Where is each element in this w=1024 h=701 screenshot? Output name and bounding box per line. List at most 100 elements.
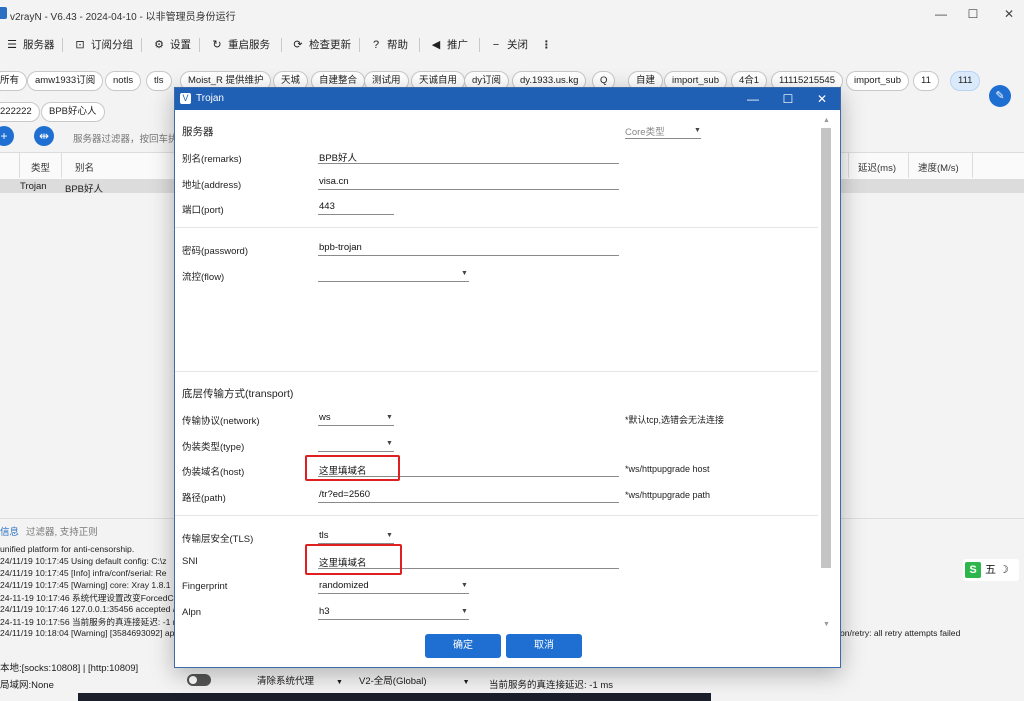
- alpn-select[interactable]: h3: [319, 606, 330, 617]
- field-underline: [318, 255, 619, 256]
- scroll-down-icon[interactable]: ▼: [823, 621, 830, 628]
- move-icon[interactable]: ⇹: [34, 126, 54, 146]
- fingerprint-select[interactable]: randomized: [319, 580, 369, 591]
- dialog-title: Trojan: [196, 93, 224, 104]
- trojan-dialog: [174, 87, 841, 668]
- highlight-box: [305, 544, 402, 575]
- servers-menu[interactable]: ☰ 服务器: [5, 36, 54, 54]
- latency-status: 当前服务的真连接延迟: -1 ms: [489, 680, 614, 691]
- sub-chip[interactable]: tls: [146, 71, 172, 91]
- port-field[interactable]: 443: [319, 201, 335, 212]
- flow-label: 流控(flow): [182, 272, 225, 283]
- speaker-icon: ◀: [431, 39, 441, 51]
- address-field[interactable]: visa.cn: [319, 176, 349, 187]
- more-options-button[interactable]: ⋮: [541, 36, 552, 54]
- log-tab[interactable]: 信息: [0, 524, 19, 538]
- routing-select[interactable]: V2-全局(Global) ▼: [359, 673, 470, 687]
- sub-chip[interactable]: amw1933订阅: [27, 71, 104, 91]
- core-type-select[interactable]: Core类型: [625, 124, 665, 138]
- sub-chip[interactable]: 11: [913, 71, 939, 91]
- cancel-button[interactable]: 取消: [506, 634, 582, 658]
- subscription-group-menu[interactable]: ⊡ 订阅分组: [73, 36, 133, 54]
- network-note: *默认tcp,选错会无法连接: [625, 415, 725, 425]
- chevron-down-icon: ▼: [386, 414, 393, 421]
- path-field[interactable]: /tr?ed=2560: [319, 489, 370, 500]
- refresh-icon: ↻: [212, 39, 222, 51]
- row-name: BPB好人: [65, 184, 104, 195]
- chevron-down-icon: ▼: [461, 270, 468, 277]
- column-speed[interactable]: 速度(M/s): [918, 160, 959, 174]
- remarks-field[interactable]: BPB好人: [319, 150, 357, 164]
- toolbar-divider: [479, 38, 480, 52]
- help-menu[interactable]: ? 帮助: [369, 36, 408, 54]
- core-type-underline: [625, 138, 701, 139]
- dialog-minimize-button[interactable]: —: [740, 90, 766, 108]
- dialog-maximize-button[interactable]: ☐: [775, 90, 801, 108]
- toolbar-divider: [419, 38, 420, 52]
- tls-select[interactable]: tls: [319, 530, 329, 541]
- field-underline: [318, 502, 619, 503]
- promotion-button[interactable]: ◀ 推广: [429, 36, 468, 54]
- help-icon: ?: [372, 39, 380, 51]
- dialog-close-button[interactable]: ✕: [809, 90, 835, 108]
- tun-toggle[interactable]: [187, 674, 211, 686]
- system-proxy-select[interactable]: 清除系统代理 ▼: [257, 673, 343, 687]
- moon-icon: ☽: [996, 564, 1009, 576]
- alpn-label: Alpn: [182, 607, 202, 618]
- local-port-status: 本地:[socks:10808] | [http:10809]: [0, 663, 139, 674]
- check-update-menu[interactable]: ⟳ 检查更新: [291, 36, 351, 54]
- update-icon: ⟳: [293, 39, 303, 51]
- add-icon[interactable]: +: [0, 126, 14, 146]
- sub-chip[interactable]: 222222: [0, 102, 40, 122]
- column-divider: [848, 152, 849, 178]
- column-latency[interactable]: 延迟(ms): [858, 160, 896, 174]
- host-note: *ws/httpupgrade host: [625, 464, 710, 474]
- sub-chip[interactable]: import_sub: [846, 71, 909, 91]
- field-underline: [318, 214, 394, 215]
- log-line: 24-11-19 10:17:56 当前服务的真连接延迟: -1 m: [0, 617, 180, 627]
- edit-icon[interactable]: ✎: [989, 85, 1011, 107]
- password-field[interactable]: bpb-trojan: [319, 242, 362, 253]
- sni-label: SNI: [182, 556, 198, 567]
- tls-label: 传输层安全(TLS): [182, 534, 254, 545]
- scrollbar-thumb[interactable]: [821, 128, 831, 568]
- restart-service-button[interactable]: ↻ 重启服务: [210, 36, 270, 54]
- column-divider: [972, 152, 973, 178]
- maximize-button[interactable]: ☐: [956, 4, 990, 24]
- settings-menu[interactable]: ⚙ 设置: [152, 36, 191, 54]
- chevron-down-icon: ▼: [386, 532, 393, 539]
- close-app-button[interactable]: − 关闭: [489, 36, 528, 54]
- column-divider: [61, 152, 62, 178]
- log-line: 24/11/19 10:17:46 127.0.0.1:35456 accept…: [0, 604, 176, 614]
- subscription-icon: ⊡: [75, 39, 85, 51]
- ok-button[interactable]: 确定: [425, 634, 501, 658]
- address-label: 地址(address): [182, 180, 242, 191]
- path-label: 路径(path): [182, 493, 226, 504]
- sub-chip[interactable]: 所有: [0, 71, 28, 91]
- log-line: 24-11-19 10:17:46 系统代理设置改变ForcedCle: [0, 593, 181, 603]
- section-divider: [175, 227, 818, 228]
- sub-chip-selected[interactable]: 111: [950, 71, 981, 91]
- sub-chip[interactable]: BPB好心人: [41, 102, 105, 122]
- ime-indicator[interactable]: S五 ☽: [963, 559, 1019, 581]
- log-line: 24/11/19 10:17:45 [Warning] core: Xray 1…: [0, 580, 171, 590]
- column-type[interactable]: 类型: [31, 160, 50, 174]
- close-window-button[interactable]: ✕: [992, 4, 1024, 24]
- port-label: 端口(port): [182, 205, 224, 216]
- minimize-button[interactable]: —: [924, 4, 958, 24]
- taskbar: [78, 693, 711, 701]
- password-label: 密码(password): [182, 246, 248, 257]
- field-underline: [318, 593, 469, 594]
- network-select[interactable]: ws: [319, 412, 331, 423]
- field-underline: [318, 619, 469, 620]
- scroll-up-icon[interactable]: ▲: [823, 117, 830, 124]
- column-name[interactable]: 别名: [75, 160, 94, 174]
- remarks-label: 别名(remarks): [182, 154, 242, 165]
- type-label: 伪装类型(type): [182, 442, 245, 453]
- row-type: Trojan: [20, 181, 47, 192]
- sub-chip[interactable]: notls: [105, 71, 142, 91]
- chevron-down-icon: ▼: [694, 127, 701, 134]
- minus-icon: −: [492, 39, 500, 51]
- server-filter-input[interactable]: 服务器过滤器，按回车执: [73, 131, 178, 145]
- log-filter-input[interactable]: 过滤器, 支持正则: [26, 524, 98, 538]
